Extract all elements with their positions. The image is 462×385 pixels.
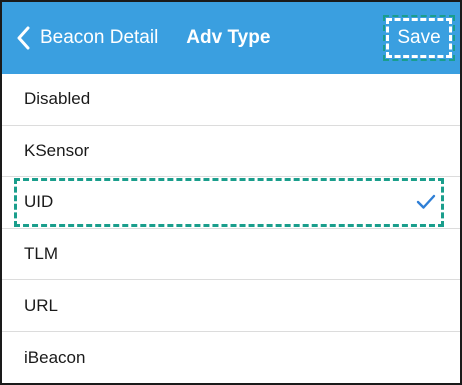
chevron-left-icon bbox=[17, 26, 30, 50]
list-item-tlm[interactable]: TLM bbox=[2, 229, 460, 281]
list-item-label: Disabled bbox=[24, 89, 91, 109]
list-item-ibeacon[interactable]: iBeacon bbox=[2, 332, 460, 383]
list-item-ksensor[interactable]: KSensor bbox=[2, 126, 460, 178]
page-title: Adv Type bbox=[186, 27, 271, 48]
save-button[interactable]: Save bbox=[383, 15, 455, 61]
list-item-label: TLM bbox=[24, 244, 58, 264]
selection-highlight bbox=[14, 178, 444, 227]
back-button-label: Beacon Detail bbox=[40, 27, 159, 48]
back-button[interactable]: Beacon Detail bbox=[16, 18, 158, 58]
checkmark-icon bbox=[416, 195, 436, 210]
list-item-label: KSensor bbox=[24, 140, 90, 160]
list-item-url[interactable]: URL bbox=[2, 280, 460, 332]
list-item-label: UID bbox=[24, 192, 54, 212]
list-item-uid[interactable]: UID bbox=[2, 177, 460, 229]
screen-frame: Beacon Detail Adv Type Save Disabled KSe… bbox=[0, 0, 462, 385]
list-item-label: URL bbox=[24, 295, 59, 315]
list-item-disabled[interactable]: Disabled bbox=[2, 74, 460, 126]
list-item-label: iBeacon bbox=[24, 347, 86, 367]
navigation-bar: Beacon Detail Adv Type Save bbox=[2, 2, 460, 74]
adv-type-list: Disabled KSensor UID TLM URL iBeacon bbox=[2, 74, 460, 383]
